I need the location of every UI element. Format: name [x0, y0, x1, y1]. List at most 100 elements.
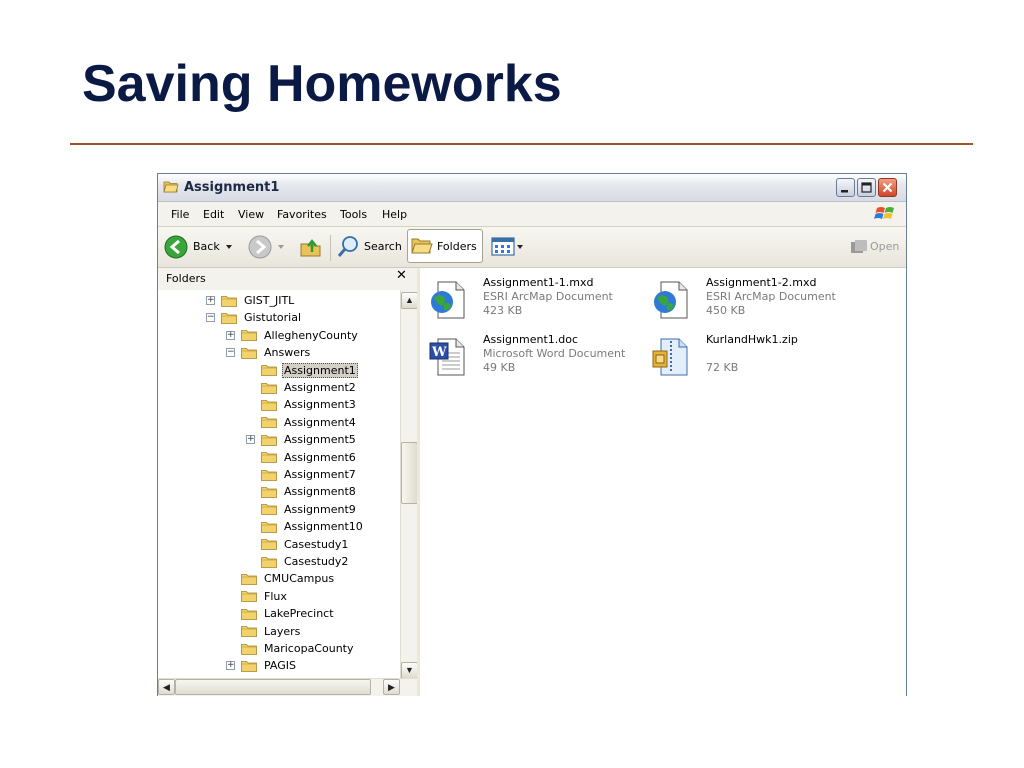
tree-item-label: Gistutorial — [244, 311, 302, 325]
back-button[interactable]: Back — [164, 233, 236, 261]
tree-item-label: PAGIS — [264, 659, 297, 673]
tree-item-label: Assignment4 — [284, 415, 356, 429]
scroll-up-button[interactable]: ▲ — [401, 292, 418, 309]
back-label: Back — [193, 240, 220, 253]
tree-item[interactable]: Casestudy2 — [246, 553, 350, 570]
folders-pane-close-icon[interactable]: ✕ — [396, 268, 407, 283]
menu-help[interactable]: Help — [382, 208, 407, 221]
tree-item-label: AlleghenyCounty — [264, 328, 358, 342]
folder-icon — [261, 365, 277, 376]
folders-icon — [411, 238, 433, 254]
tree-item[interactable]: Assignment10 — [246, 518, 365, 535]
folder-icon — [261, 504, 277, 516]
menu-tools[interactable]: Tools — [340, 208, 367, 221]
tree-item-label: Assignment5 — [284, 433, 356, 447]
file-name: Assignment1-2.mxd — [706, 276, 817, 289]
folders-button[interactable]: Folders — [407, 229, 483, 263]
tree-item-label: GIST_JITL — [244, 294, 295, 307]
explorer-window: Assignment1 File Edit View Favorites Too… — [157, 173, 907, 696]
tree-item-label: Assignment6 — [284, 450, 356, 464]
forward-dropdown-icon — [278, 245, 284, 249]
close-icon — [882, 182, 893, 193]
collapse-icon[interactable]: − — [206, 313, 215, 323]
folder-icon — [261, 521, 277, 533]
tree-item[interactable]: + PAGIS — [226, 657, 298, 674]
tree-item[interactable]: Assignment7 — [246, 466, 358, 483]
tree-item[interactable]: LakePrecinct — [226, 605, 336, 622]
tree-item-label: Assignment1 — [282, 362, 358, 378]
file-item[interactable]: W Assignment1.doc Microsoft Word Documen… — [424, 333, 644, 381]
tree-item[interactable]: Assignment2 — [246, 379, 358, 396]
tree-item-label: Assignment2 — [284, 381, 356, 394]
file-item[interactable]: KurlandHwk1.zip 72 KB — [647, 333, 867, 381]
file-item[interactable]: Assignment1-1.mxd ESRI ArcMap Document 4… — [424, 276, 644, 324]
tree-item[interactable]: MaricopaCounty — [226, 640, 356, 657]
scroll-left-button[interactable]: ◀ — [158, 679, 175, 695]
menu-edit[interactable]: Edit — [203, 208, 224, 221]
tree-item-label: Assignment3 — [284, 398, 356, 412]
forward-button[interactable] — [248, 233, 288, 261]
tree-item[interactable]: Assignment1 — [246, 362, 358, 379]
up-folder-button[interactable] — [298, 233, 324, 261]
maximize-button[interactable] — [857, 178, 876, 197]
tree-item[interactable]: − Gistutorial — [206, 309, 303, 326]
file-size: 72 KB — [706, 361, 739, 374]
expand-icon[interactable]: + — [206, 296, 215, 305]
tree-item[interactable]: Flux — [226, 588, 289, 605]
tree-item[interactable]: Assignment4 — [246, 414, 358, 431]
expand-icon[interactable]: + — [246, 435, 255, 445]
tree-item[interactable]: CMUCampus — [226, 570, 336, 587]
close-button[interactable] — [878, 178, 897, 197]
tree-item[interactable]: − Answers — [226, 344, 312, 361]
file-type: Microsoft Word Document — [483, 347, 626, 360]
tree-item[interactable]: + AlleghenyCounty — [226, 327, 360, 344]
tree-item-label: Flux — [264, 589, 287, 603]
file-name: Assignment1-1.mxd — [483, 276, 594, 289]
menu-favorites[interactable]: Favorites — [277, 208, 327, 221]
tree-item[interactable]: Assignment9 — [246, 501, 358, 518]
tree-item[interactable]: Assignment3 — [246, 396, 358, 413]
open-button[interactable]: Open — [850, 238, 902, 256]
minimize-button[interactable] — [836, 178, 855, 197]
scroll-right-button[interactable]: ▶ — [383, 679, 400, 695]
tree-item-label: Assignment10 — [284, 520, 363, 534]
folder-icon — [261, 399, 277, 411]
file-type: ESRI ArcMap Document — [483, 290, 613, 303]
tree-vertical-scrollbar[interactable]: ▲ ▼ — [400, 290, 418, 680]
tree-item[interactable]: Layers — [226, 623, 302, 640]
tree-item-label: Casestudy2 — [284, 555, 349, 568]
tree-item-label: MaricopaCounty — [264, 642, 354, 655]
folder-icon — [261, 452, 277, 463]
tree-horizontal-scrollbar[interactable]: ◀ ▶ — [158, 678, 417, 696]
expand-icon[interactable]: + — [226, 661, 235, 671]
menu-file[interactable]: File — [171, 208, 189, 221]
views-icon — [491, 237, 515, 256]
horizontal-scroll-thumb[interactable] — [175, 679, 371, 695]
tree-item[interactable]: + GIST_JITL — [206, 292, 296, 309]
file-item[interactable]: Assignment1-2.mxd ESRI ArcMap Document 4… — [647, 276, 867, 324]
scroll-thumb[interactable] — [401, 442, 418, 504]
folder-icon — [261, 382, 277, 394]
scroll-down-button[interactable]: ▼ — [401, 662, 418, 679]
tree-item[interactable]: Casestudy1 — [246, 536, 350, 553]
tree-item-label: Assignment8 — [284, 485, 356, 499]
title-bar[interactable]: Assignment1 — [158, 174, 906, 202]
views-button[interactable] — [491, 233, 525, 261]
collapse-icon[interactable]: − — [226, 348, 235, 358]
tree-item[interactable]: Assignment6 — [246, 449, 358, 466]
back-dropdown-icon[interactable] — [226, 243, 234, 251]
expand-icon[interactable]: + — [226, 330, 235, 340]
folder-icon — [241, 608, 257, 620]
menu-view[interactable]: View — [238, 208, 264, 221]
search-button[interactable]: Search — [336, 233, 402, 261]
tree-item[interactable]: + Assignment5 — [246, 431, 358, 448]
tree-item[interactable]: Assignment8 — [246, 483, 358, 500]
folder-icon — [261, 434, 277, 446]
folder-icon — [261, 539, 277, 550]
back-arrow-icon — [164, 235, 188, 259]
folder-tree: + GIST_JITL − Gistutorial + AlleghenyCounty − A… — [158, 290, 400, 680]
file-list-view: Assignment1-1.mxd ESRI ArcMap Document 4… — [420, 268, 906, 696]
title-divider — [70, 143, 973, 145]
tree-item-label: CMUCampus — [264, 572, 335, 586]
file-size: 423 KB — [483, 304, 523, 317]
